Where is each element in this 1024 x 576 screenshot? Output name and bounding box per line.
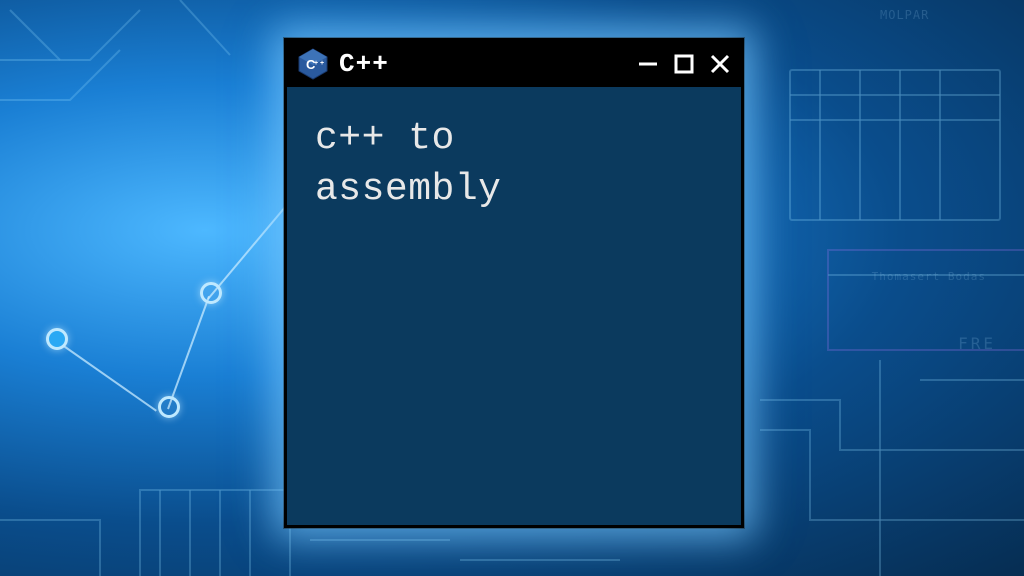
- svg-text:+: +: [314, 60, 318, 67]
- svg-text:+: +: [320, 60, 324, 67]
- minimize-icon[interactable]: [637, 53, 659, 75]
- maximize-icon[interactable]: [673, 53, 695, 75]
- window-controls: [637, 53, 731, 75]
- bg-decorative-text: MOLPAR: [880, 8, 929, 22]
- body-text-line1: c++ to: [315, 113, 713, 164]
- app-window: C + + C++ c++ to assembly: [284, 38, 744, 528]
- bg-decorative-text: Thomasert Bodas: [872, 270, 986, 283]
- body-text-line2: assembly: [315, 164, 713, 215]
- window-body: c++ to assembly: [287, 87, 741, 242]
- cpp-hexagon-icon: C + +: [297, 48, 329, 80]
- title-bar[interactable]: C + + C++: [287, 41, 741, 87]
- bg-decorative-text: FRE: [958, 334, 996, 353]
- close-icon[interactable]: [709, 53, 731, 75]
- window-title: C++: [339, 49, 627, 79]
